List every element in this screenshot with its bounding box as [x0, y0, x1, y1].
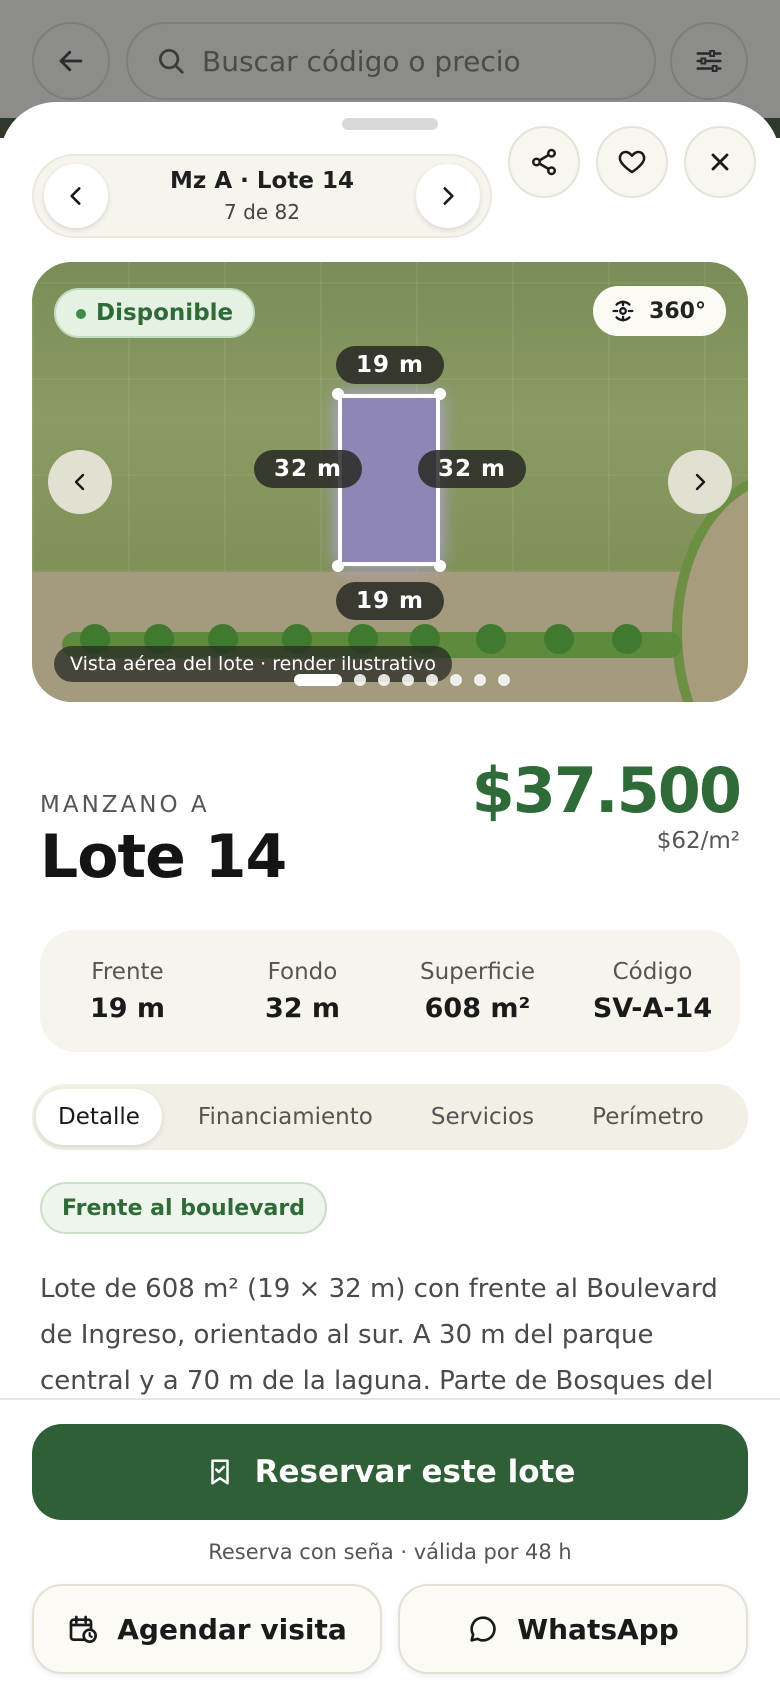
reserve-note: Reserva con seña · válida por 48 h [208, 1540, 572, 1564]
spec-superficie: Superficie 608 m² [390, 930, 565, 1052]
spec-value: SV-A-14 [592, 992, 713, 1024]
dimension-bottom-label: 19 m [336, 582, 444, 620]
carousel-dot[interactable] [450, 674, 462, 686]
lot-corner-marker [434, 388, 446, 400]
reserve-lot-label: Reservar este lote [254, 1454, 576, 1490]
calendar-clock-icon [69, 1615, 98, 1643]
tree [612, 624, 642, 654]
search-icon [159, 49, 184, 74]
share-button[interactable] [508, 126, 580, 198]
carousel-dot[interactable] [402, 674, 414, 686]
spec-label: Frente [91, 958, 164, 985]
carousel-dot[interactable] [378, 674, 390, 686]
whatsapp-button[interactable]: WhatsApp [398, 1584, 748, 1674]
tab-financiamiento[interactable]: Financiamiento [176, 1089, 395, 1145]
availability-badge: Disponible [54, 288, 256, 338]
schedule-visit-button[interactable]: Agendar visita [32, 1584, 382, 1674]
lot-corner-marker [332, 560, 344, 572]
view-360-label: 360° [649, 298, 706, 324]
previous-image-button[interactable] [48, 450, 112, 514]
next-image-button[interactable] [668, 450, 732, 514]
sheet-drag-handle[interactable] [342, 118, 438, 130]
carousel-dot[interactable] [354, 674, 366, 686]
lot-title: Lote 14 [40, 822, 287, 892]
tree [544, 624, 574, 654]
carousel-dot[interactable] [498, 674, 510, 686]
chevron-left-icon [74, 473, 85, 491]
close-icon [711, 153, 729, 171]
back-button[interactable] [32, 22, 110, 100]
lot-price: $37.500 [471, 754, 742, 827]
spec-frente: Frente 19 m [40, 930, 215, 1052]
whatsapp-label: WhatsApp [517, 1612, 679, 1646]
arrow-left-icon [59, 50, 83, 72]
carousel-dot[interactable] [294, 674, 342, 686]
lot-detail-sheet: Mz A · Lote 14 7 de 82 19 m 19 m 32 m 32… [0, 102, 780, 1688]
spec-label: Superficie [419, 958, 536, 985]
tree [476, 624, 506, 654]
share-icon [532, 148, 556, 176]
feature-tag: Frente al boulevard [40, 1182, 327, 1234]
detail-tabs: Detalle Financiamiento Servicios Perímet… [32, 1084, 748, 1150]
dimension-right-label: 32 m [418, 450, 526, 488]
favorite-button[interactable] [596, 126, 668, 198]
carousel-dot[interactable] [474, 674, 486, 686]
dimension-top-label: 19 m [336, 346, 444, 384]
carousel-pagination[interactable] [294, 674, 510, 686]
spec-value: 19 m [89, 992, 166, 1024]
tab-servicios[interactable]: Servicios [409, 1089, 556, 1145]
dimension-left-label: 32 m [254, 450, 362, 488]
availability-label: Disponible [96, 300, 234, 326]
search-input[interactable]: Buscar código o precio [126, 22, 656, 100]
search-placeholder: Buscar código o precio [202, 44, 521, 78]
lot-navigator: Mz A · Lote 14 7 de 82 [32, 154, 492, 238]
close-button[interactable] [684, 126, 756, 198]
chevron-right-icon [695, 473, 706, 491]
spec-codigo: Código SV-A-14 [565, 930, 740, 1052]
spec-value: 32 m [264, 992, 341, 1024]
lot-specs-card: Frente 19 m Fondo 32 m Superficie 608 m²… [40, 930, 740, 1052]
lot-corner-marker [332, 388, 344, 400]
rotate-360-icon [612, 300, 634, 322]
carousel-dot[interactable] [426, 674, 438, 686]
tab-perimetro[interactable]: Perímetro [570, 1089, 726, 1145]
spec-label: Código [612, 958, 693, 985]
schedule-visit-label: Agendar visita [117, 1612, 347, 1646]
spec-fondo: Fondo 32 m [215, 930, 390, 1052]
heart-icon [618, 150, 646, 174]
bookmark-check-icon [210, 1459, 229, 1485]
chat-bubble-icon [470, 1616, 496, 1642]
action-bar: Reservar este lote Reserva con seña · vá… [0, 1398, 780, 1688]
lot-corner-marker [434, 560, 446, 572]
tab-detalle[interactable]: Detalle [36, 1089, 162, 1145]
reserve-lot-button[interactable]: Reservar este lote [32, 1424, 748, 1520]
filters-button[interactable] [670, 22, 748, 100]
spec-value: 608 m² [424, 992, 531, 1024]
aerial-image-carousel[interactable]: 19 m 19 m 32 m 32 m Disponible 360° Vist… [32, 262, 748, 702]
next-lot-button[interactable] [416, 164, 480, 228]
status-dot-icon [76, 309, 86, 319]
spec-label: Fondo [267, 958, 338, 985]
sliders-icon [696, 50, 722, 72]
chevron-right-icon [443, 187, 454, 205]
view-360-button[interactable]: 360° [593, 286, 726, 336]
price-per-m2: $62/m² [656, 828, 740, 854]
block-label: MANZANO A [40, 792, 210, 818]
